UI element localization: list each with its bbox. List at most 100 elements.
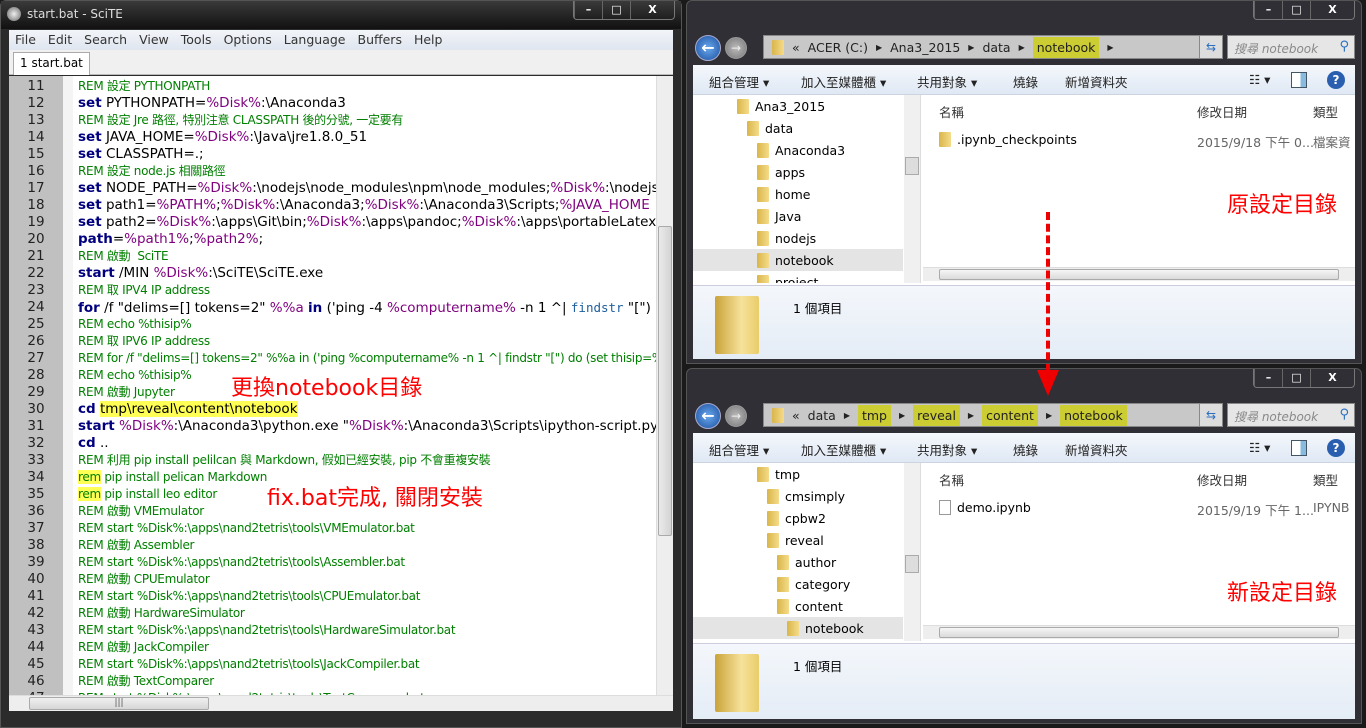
tab-start-bat[interactable]: 1 start.bat [13, 52, 90, 75]
tree-item[interactable]: project [757, 271, 818, 283]
breadcrumb-item[interactable]: « [792, 408, 800, 423]
arrow-down-icon [1037, 370, 1059, 396]
help-icon[interactable]: ? [1327, 439, 1345, 457]
maximize-button[interactable]: □ [602, 1, 630, 19]
tree-item[interactable]: content [777, 595, 843, 617]
back-button[interactable]: ← [695, 35, 721, 61]
organize-button[interactable]: 組合管理 ▾ [709, 72, 769, 91]
menu-help[interactable]: Help [408, 30, 449, 50]
tree-item[interactable]: data [747, 117, 793, 139]
command-bar: 組合管理 ▾ 加入至媒體櫃 ▾ 共用對象 ▾ 燒錄 新增資料夾 ☷ ▾ ? [693, 433, 1355, 463]
breadcrumb-item[interactable]: « [792, 40, 800, 55]
breadcrumb-item[interactable]: content [982, 404, 1038, 426]
tree-item[interactable]: Ana3_2015 [737, 95, 825, 117]
burn-button[interactable]: 燒錄 [1013, 440, 1038, 459]
minimize-button[interactable]: – [1254, 1, 1282, 19]
code-line: 27 REM for /f "delims=[] tokens=2" %%a in… [9, 350, 673, 367]
tree-item[interactable]: nodejs [757, 227, 816, 249]
minimize-button[interactable]: – [1254, 369, 1282, 387]
refresh-button[interactable]: ⇆ [1199, 403, 1223, 427]
breadcrumb-separator-icon: ▶ [1045, 410, 1053, 420]
menu-view[interactable]: View [133, 30, 175, 50]
refresh-button[interactable]: ⇆ [1199, 35, 1223, 59]
share-button[interactable]: 共用對象 ▾ [917, 440, 977, 459]
column-header-type[interactable]: 類型 [1313, 102, 1338, 121]
menu-tools[interactable]: Tools [175, 30, 218, 50]
add-to-library-button[interactable]: 加入至媒體櫃 ▾ [801, 72, 886, 91]
menu-search[interactable]: Search [78, 30, 133, 50]
address-bar[interactable]: «ACER (C:)▶Ana3_2015▶data▶notebook▶▼ [763, 35, 1221, 59]
tree-item[interactable]: notebook [693, 617, 903, 639]
column-header-name[interactable]: 名稱 [939, 102, 964, 121]
code-token: :\apps\Git\bin; [211, 214, 307, 230]
address-bar[interactable]: «data▶tmp▶reveal▶content▶notebook▼ [763, 403, 1221, 427]
horizontal-scrollbar[interactable]: ||| [9, 695, 673, 711]
code-token: %Disk% [550, 180, 606, 196]
help-icon[interactable]: ? [1327, 71, 1345, 89]
code-token: set [78, 214, 102, 230]
breadcrumb-item[interactable]: tmp [857, 404, 891, 426]
vertical-scrollbar[interactable] [656, 76, 673, 695]
menu-edit[interactable]: Edit [42, 30, 78, 50]
horizontal-scrollbar[interactable] [923, 267, 1355, 281]
file-row[interactable]: demo.ipynb [939, 500, 1031, 515]
share-button[interactable]: 共用對象 ▾ [917, 72, 977, 91]
menu-buffers[interactable]: Buffers [352, 30, 408, 50]
menu-language[interactable]: Language [278, 30, 352, 50]
menu-options[interactable]: Options [218, 30, 278, 50]
tree-item[interactable]: category [777, 573, 850, 595]
folder-icon [757, 252, 769, 268]
tree-item[interactable]: author [777, 551, 836, 573]
tree-item[interactable]: Anaconda3 [757, 139, 845, 161]
add-to-library-button[interactable]: 加入至媒體櫃 ▾ [801, 440, 886, 459]
preview-pane-icon[interactable] [1291, 72, 1307, 88]
forward-button[interactable]: → [725, 37, 747, 59]
tree-item[interactable]: apps [757, 161, 805, 183]
minimize-button[interactable]: – [574, 1, 602, 19]
line-number: 42 [27, 605, 45, 621]
tree-scrollbar[interactable] [904, 95, 920, 283]
close-button[interactable]: X [1310, 369, 1354, 387]
tree-scrollbar[interactable] [904, 463, 920, 641]
code-token: CLASSPATH=.; [101, 146, 204, 162]
tree-item[interactable]: home [757, 183, 810, 205]
file-row[interactable]: .ipynb_checkpoints [939, 132, 1077, 147]
close-button[interactable]: X [630, 1, 674, 19]
view-options-icon[interactable]: ☷ ▾ [1249, 72, 1270, 87]
new-folder-button[interactable]: 新增資料夾 [1065, 440, 1128, 459]
back-button[interactable]: ← [695, 403, 721, 429]
search-input[interactable]: 搜尋 notebook [1227, 403, 1355, 427]
tree-item[interactable]: tmp [757, 463, 800, 485]
column-header-date[interactable]: 修改日期 [1197, 102, 1247, 121]
column-header-type[interactable]: 類型 [1313, 470, 1338, 489]
breadcrumb-item[interactable]: data [808, 408, 836, 423]
forward-button[interactable]: → [725, 405, 747, 427]
maximize-button[interactable]: □ [1282, 1, 1310, 19]
close-button[interactable]: X [1310, 1, 1354, 19]
maximize-button[interactable]: □ [1282, 369, 1310, 387]
organize-button[interactable]: 組合管理 ▾ [709, 440, 769, 459]
breadcrumb-item[interactable]: ACER (C:) [808, 40, 868, 55]
column-header-date[interactable]: 修改日期 [1197, 470, 1247, 489]
tree-item[interactable]: notebook [693, 249, 903, 271]
view-options-icon[interactable]: ☷ ▾ [1249, 440, 1270, 455]
search-input[interactable]: 搜尋 notebook [1227, 35, 1355, 59]
tree-item[interactable]: cpbw2 [767, 507, 826, 529]
tree-item[interactable]: cmsimply [767, 485, 845, 507]
burn-button[interactable]: 燒錄 [1013, 72, 1038, 91]
tree-item[interactable]: Java [757, 205, 801, 227]
line-number: 34 [27, 469, 45, 485]
breadcrumb-item[interactable]: data [982, 40, 1010, 55]
horizontal-scrollbar[interactable] [923, 625, 1355, 639]
code-line: 17 set NODE_PATH=%Disk%:\nodejs\node_modu… [9, 180, 663, 197]
preview-pane-icon[interactable] [1291, 440, 1307, 456]
new-folder-button[interactable]: 新增資料夾 [1065, 72, 1128, 91]
tree-item[interactable]: reveal [767, 529, 824, 551]
breadcrumb-item[interactable]: Ana3_2015 [890, 40, 960, 55]
menu-file[interactable]: File [9, 30, 42, 50]
code-editor[interactable]: 11 REM 設定 PYTHONPATH 12 set PYTHONPATH=%Dis… [9, 76, 673, 711]
breadcrumb-item[interactable]: notebook [1060, 404, 1127, 426]
breadcrumb-item[interactable]: notebook [1032, 36, 1100, 58]
breadcrumb-item[interactable]: reveal [913, 404, 960, 426]
column-header-name[interactable]: 名稱 [939, 470, 964, 489]
